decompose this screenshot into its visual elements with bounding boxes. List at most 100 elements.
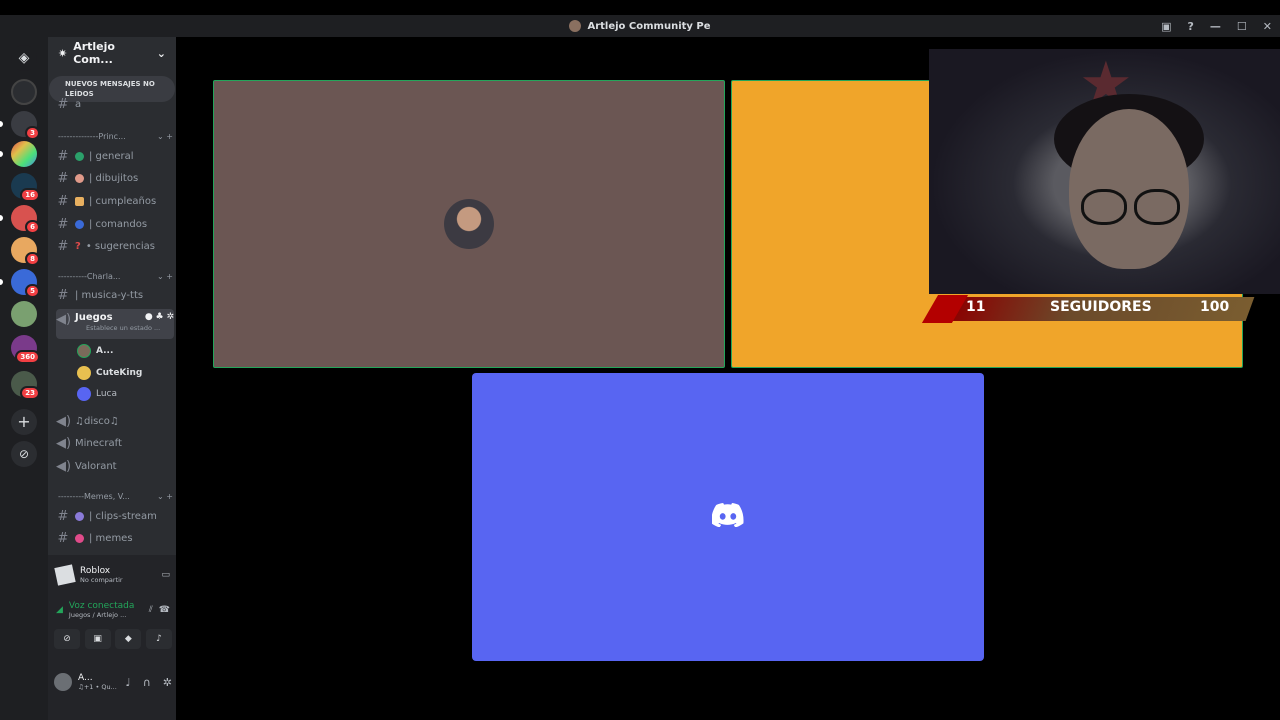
guild-icon <box>569 20 582 32</box>
mic-icon[interactable]: ♩ <box>126 676 131 689</box>
badge: 16 <box>20 188 40 202</box>
guild-header[interactable]: ✷ Artlejo Com... ⌄ <box>48 37 176 69</box>
add-channel-icon[interactable]: ⌄ + <box>157 492 173 501</box>
close-button[interactable]: ✕ <box>1263 20 1272 33</box>
channel-comandos[interactable]: # | comandos <box>56 214 174 234</box>
voice-channel-minecraft[interactable]: ◀) Minecraft <box>56 433 174 453</box>
channel-musica[interactable]: # | musica-y-tts <box>56 285 174 305</box>
voice-tile-user[interactable] <box>213 80 725 368</box>
voice-user[interactable]: Luca <box>77 385 117 403</box>
glasses-left <box>1081 189 1127 225</box>
user-bar: A... ♫+1 • Qu... ♩ ∩ ✲ <box>54 667 172 697</box>
maximize-button[interactable]: ☐ <box>1237 20 1247 33</box>
noise-suppression-icon[interactable]: ⫽ <box>149 605 153 615</box>
voice-channel-disco[interactable]: ◀) ♫disco♫ <box>56 411 174 431</box>
channel-clips[interactable]: # | clips-stream <box>56 506 174 526</box>
chat-icon[interactable]: ● ♣ ✲ <box>145 312 174 322</box>
server-folder-icon[interactable]: 360 <box>11 335 40 364</box>
category-charla[interactable]: ----------Charla... ⌄ + <box>58 272 173 281</box>
add-server-icon[interactable]: + <box>11 409 37 435</box>
badge: 6 <box>25 220 40 234</box>
speaker-icon: ◀) <box>56 458 72 474</box>
server-icon-2[interactable]: 3 <box>11 111 40 140</box>
channel-sidebar: ✷ Artlejo Com... ⌄ NUEVOS MENSAJES NO LE… <box>48 37 176 720</box>
user-panel: Roblox No compartir ▭ ◢ Voz conectada Jueg… <box>48 555 176 720</box>
goal-label: SEGUIDORES <box>1050 299 1152 315</box>
voice-user[interactable]: A... <box>77 342 113 360</box>
badge: 23 <box>20 386 40 400</box>
discord-logo-icon <box>712 503 744 527</box>
webcam-overlay: ★ <box>929 49 1280 294</box>
server-icon-5[interactable]: 6 <box>11 205 40 234</box>
avatar <box>77 387 91 401</box>
chevron-down-icon: ⌄ <box>156 46 166 60</box>
discord-home-icon[interactable]: ◈ <box>11 45 37 71</box>
user-avatar[interactable] <box>54 673 72 691</box>
badge: 8 <box>25 252 40 266</box>
window-title: Artlejo Community Pe <box>587 20 711 32</box>
unread-pill <box>0 121 3 127</box>
inbox-icon[interactable]: ▣ <box>1161 20 1171 33</box>
signal-icon: ◢ <box>56 605 63 615</box>
server-folder-icon-2[interactable]: 23 <box>11 371 40 400</box>
help-icon[interactable]: ? <box>1188 20 1194 33</box>
voice-user[interactable]: CuteKing <box>77 364 142 382</box>
channel-dibujitos[interactable]: # | dibujitos <box>56 168 174 188</box>
unread-pill <box>0 279 3 285</box>
avatar <box>77 366 91 380</box>
badge: 5 <box>25 284 40 298</box>
category-memes[interactable]: ---------Memes, V... ⌄ + <box>58 492 173 501</box>
speaker-icon: ◀) <box>56 413 72 429</box>
channel-general[interactable]: # | general <box>56 146 174 166</box>
user-avatar <box>444 199 494 249</box>
server-icon-3[interactable] <box>11 141 37 167</box>
server-icon-7[interactable]: 5 <box>11 269 40 298</box>
question-icon: ? <box>75 240 81 252</box>
discover-icon[interactable]: ⊘ <box>11 441 37 467</box>
headphones-icon[interactable]: ∩ <box>143 676 151 689</box>
voice-channel-valorant[interactable]: ◀) Valorant <box>56 456 174 476</box>
badge: 3 <box>25 126 40 140</box>
channel-memes[interactable]: # | memes <box>56 528 174 548</box>
add-channel-icon[interactable]: ⌄ + <box>157 272 173 281</box>
guild-name: Artlejo Com... <box>73 40 115 66</box>
voice-connected[interactable]: ◢ Voz conectada Juegos / Artlejo ... ⫽ ☎ <box>56 601 170 619</box>
activity-button[interactable]: ◆ <box>115 629 142 649</box>
roblox-icon <box>54 564 76 586</box>
activity-card[interactable]: Roblox No compartir ▭ <box>54 561 170 589</box>
goal-count: 11 <box>966 299 986 315</box>
server-icon-1[interactable] <box>11 79 37 105</box>
minimize-button[interactable]: — <box>1210 20 1221 33</box>
goal-target: 100 <box>1200 299 1230 315</box>
camera-off-button[interactable]: ⊘ <box>54 629 80 649</box>
person-face <box>1069 109 1189 269</box>
voice-channel-juegos[interactable]: ◀) Juegos ● ♣ ✲ Establece un estado ... <box>56 309 174 339</box>
channel-sugerencias[interactable]: #? • sugerencias <box>56 236 174 256</box>
soundboard-button[interactable]: ♪ <box>145 629 172 649</box>
unread-pill <box>0 215 3 221</box>
badge: 360 <box>15 350 40 364</box>
voice-buttons: ⊘ ▣ ◆ ♪ <box>54 629 172 649</box>
title-bar: Artlejo Community Pe ▣ ? — ☐ ✕ <box>0 15 1280 37</box>
channel-cumpleanos[interactable]: # | cumpleaños <box>56 191 174 211</box>
channel-cut[interactable]: # a <box>56 97 174 112</box>
guild-settings-icon: ✷ <box>58 46 68 60</box>
server-list: ◈ 3 16 6 8 5 360 23 + ⊘ <box>0 37 48 720</box>
voice-tile-discord[interactable] <box>472 373 984 661</box>
top-black-bar <box>0 0 1280 15</box>
unread-pill <box>0 151 3 157</box>
speaker-icon: ◀) <box>56 435 72 451</box>
titlebar-controls: ▣ ? — ☐ ✕ <box>1161 15 1272 37</box>
avatar <box>77 344 91 358</box>
category-principal[interactable]: --------------Princ... ⌄ + <box>58 132 173 141</box>
settings-icon[interactable]: ✲ <box>163 676 172 689</box>
server-icon-6[interactable]: 8 <box>11 237 40 266</box>
disconnect-icon[interactable]: ☎ <box>159 605 170 615</box>
stream-icon[interactable]: ▭ <box>161 570 170 580</box>
server-icon-4[interactable]: 16 <box>11 173 40 202</box>
speaker-icon: ◀) <box>56 312 72 327</box>
glasses-right <box>1134 189 1180 225</box>
server-icon-8[interactable] <box>11 301 37 327</box>
add-channel-icon[interactable]: ⌄ + <box>157 132 173 141</box>
screen-share-button[interactable]: ▣ <box>84 629 111 649</box>
